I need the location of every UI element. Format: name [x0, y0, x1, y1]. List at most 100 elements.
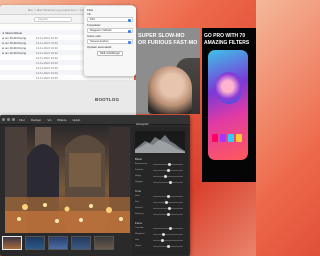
- cell-date: 13-11-2021 19:40: [36, 75, 58, 80]
- change-settings-button[interactable]: Skift indstillinger: [97, 51, 123, 56]
- adjustment-slider[interactable]: Kontrast: [135, 169, 185, 172]
- filter-thumb: [228, 134, 234, 142]
- menu-item[interactable]: Filer: [17, 118, 27, 122]
- filter-thumb: [220, 134, 226, 142]
- popover-label-sort: Sorter efter:: [87, 34, 102, 38]
- slider-label: Skarphed: [135, 232, 145, 235]
- adjustment-slider[interactable]: Eksponering: [135, 163, 185, 166]
- cell-date: 13-11-2021 19:40: [36, 55, 58, 60]
- histogram-header: Histogram: [136, 122, 149, 126]
- portrait-image: [148, 66, 192, 114]
- cell-date: 13-11-2021 19:40: [36, 65, 58, 70]
- slider-knob[interactable]: [167, 163, 171, 166]
- show-count-select[interactable]: 100: [87, 17, 133, 22]
- adjustment-slider[interactable]: Levende: [135, 227, 185, 230]
- slider-knob[interactable]: [169, 181, 173, 184]
- filmstrip-thumb[interactable]: [48, 236, 68, 250]
- cell-date: 13-11-2021 19:40: [36, 40, 58, 45]
- slider-track[interactable]: [153, 228, 183, 229]
- search-input[interactable]: Søgefelt: [34, 17, 72, 22]
- phone-mockup: [208, 50, 248, 160]
- adjustment-slider[interactable]: Sort: [135, 201, 185, 204]
- section-header[interactable]: Tone: [135, 189, 141, 194]
- menu-item[interactable]: Rediger: [29, 118, 44, 122]
- close-icon[interactable]: [2, 118, 5, 121]
- filter-thumb: [236, 134, 242, 142]
- filter-thumb: [212, 134, 218, 142]
- cell-date: 13-11-2021 19:40: [36, 45, 58, 50]
- popover-label-source: Fotoplader:: [87, 23, 102, 27]
- slider-knob[interactable]: [166, 169, 170, 172]
- slowmo-ad-line1: SUPER SLOW-MO: [138, 33, 185, 39]
- slider-label: Skygger: [135, 180, 144, 183]
- adjustment-slider[interactable]: Mætning: [135, 213, 185, 216]
- slowmo-ad-headline: SUPER SLOW-MO OR FURIOUS FAST-MO: [138, 33, 197, 47]
- sort-value: Senest ændret: [90, 39, 109, 43]
- slider-knob[interactable]: [166, 195, 170, 198]
- photo-editor-window: Filer Rediger Vis Billede Hjælp Histogra…: [0, 115, 190, 256]
- adjustment-slider[interactable]: Vignet: [135, 245, 185, 248]
- filters-ad-headline: GO PRO WITH 70 AMAZING FILTERS: [204, 33, 249, 47]
- filters-ad-line2: AMAZING FILTERS: [204, 40, 250, 46]
- main-photo[interactable]: [5, 127, 130, 233]
- adjustment-slider[interactable]: Skarphed: [135, 233, 185, 236]
- adjustment-slider[interactable]: Klarhed: [135, 207, 185, 210]
- adjustment-slider[interactable]: Støj: [135, 239, 185, 242]
- cell-date: 13-11-2021 19:40: [36, 60, 58, 65]
- auto-update-checkbox[interactable]: Opdater automatisk: [87, 45, 133, 49]
- chevron-down-icon: [128, 18, 131, 22]
- menu-item[interactable]: Billede: [55, 118, 68, 122]
- slider-label: Sort: [135, 200, 140, 203]
- adjustment-slider[interactable]: Hvid: [135, 195, 185, 198]
- slider-knob[interactable]: [166, 245, 170, 248]
- filters-ad[interactable]: GO PRO WITH 70 AMAZING FILTERS: [202, 28, 256, 182]
- slider-label: Levende: [135, 226, 144, 229]
- slider-knob[interactable]: [163, 175, 167, 178]
- cell-name: ei om 19.40.04.png: [2, 35, 26, 40]
- adjustments-panel: Histogram Basis Tone Farve Eksponering Kontr…: [132, 122, 188, 255]
- sort-select[interactable]: Senest ændret: [87, 39, 133, 44]
- histogram-graph: [135, 135, 185, 153]
- menu-item[interactable]: Vis: [45, 118, 53, 122]
- slider-label: Højlys: [135, 174, 142, 177]
- slider-knob[interactable]: [162, 233, 166, 236]
- slider-knob[interactable]: [169, 227, 173, 230]
- editor-toolbar: Filer Rediger Vis Billede Hjælp: [0, 115, 190, 125]
- slider-label: Eksponering: [135, 162, 148, 165]
- minimize-icon[interactable]: [7, 118, 10, 121]
- filmstrip-thumb[interactable]: [71, 236, 91, 250]
- slowmo-ad[interactable]: SUPER SLOW-MO OR FURIOUS FAST-MO: [136, 28, 200, 114]
- slider-knob[interactable]: [167, 207, 171, 210]
- filmstrip-thumb[interactable]: [25, 236, 45, 250]
- filmstrip-thumb[interactable]: [2, 236, 22, 250]
- slider-label: Kontrast: [135, 168, 144, 171]
- finder-path: Ben > Mac Windows og programmer > brusse…: [28, 7, 91, 12]
- slider-knob[interactable]: [165, 201, 169, 204]
- slider-label: Mætning: [135, 212, 144, 215]
- slider-label: Hvid: [135, 194, 140, 197]
- popover-label-show: Vis: [87, 12, 91, 16]
- slider-track[interactable]: [153, 176, 183, 177]
- menu-item[interactable]: Hjælp: [71, 118, 83, 122]
- slider-track[interactable]: [153, 182, 183, 183]
- slowmo-ad-line2: OR FURIOUS FAST-MO: [138, 40, 198, 46]
- preview-pane: BOOTLOG: [0, 80, 136, 116]
- chevron-down-icon: [128, 29, 131, 33]
- source-select[interactable]: Mappens indhold: [87, 28, 133, 33]
- filmstrip-thumb[interactable]: [94, 236, 114, 250]
- slider-track[interactable]: [153, 240, 183, 241]
- section-header[interactable]: Basis: [135, 157, 142, 162]
- slider-knob[interactable]: [166, 213, 170, 216]
- cell-name: ei om 19.40.04.png: [2, 40, 26, 45]
- slider-knob[interactable]: [161, 239, 165, 242]
- adjustment-slider[interactable]: Højlys: [135, 175, 185, 178]
- cell-date: 13-11-2021 19:40: [36, 35, 58, 40]
- slider-track[interactable]: [153, 234, 183, 235]
- slider-label: Vignet: [135, 244, 142, 247]
- adjustment-slider[interactable]: Skygger: [135, 181, 185, 184]
- view-options-popover: Filtre Vis 100 Fotoplader: Mappens indho…: [84, 6, 136, 76]
- source-value: Mappens indhold: [90, 28, 112, 32]
- cell-date: 13-11-2021 19:40: [36, 70, 58, 75]
- section-header[interactable]: Farve: [135, 221, 142, 226]
- maximize-icon[interactable]: [12, 118, 15, 121]
